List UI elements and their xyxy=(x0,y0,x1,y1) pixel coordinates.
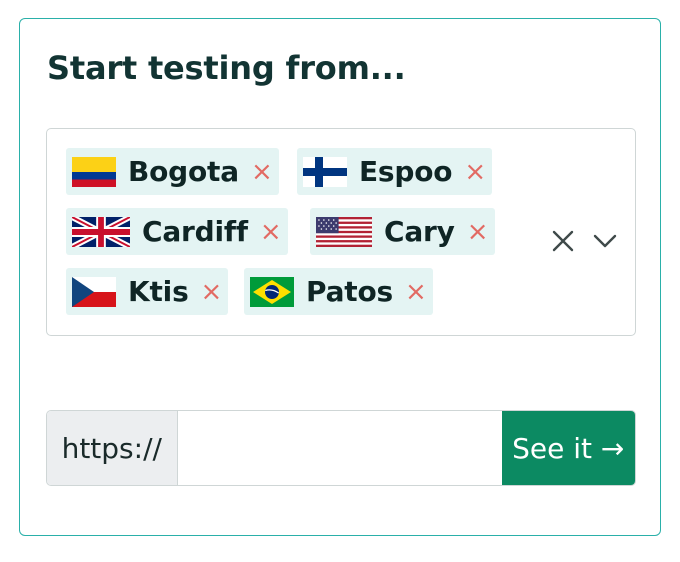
url-input[interactable] xyxy=(177,411,502,485)
colombia-flag-icon xyxy=(72,156,116,187)
remove-chip-icon[interactable]: × xyxy=(251,159,273,185)
chip-ktis: Ktis × xyxy=(66,268,229,315)
url-prefix: https:// xyxy=(47,411,178,485)
chip-espoo: Espoo × xyxy=(297,148,493,195)
see-it-button[interactable]: See it → xyxy=(501,411,635,485)
chip-cary: Cary × xyxy=(310,208,495,255)
chip-label: Cary xyxy=(384,215,455,248)
chip-label: Espoo xyxy=(359,155,453,188)
chip-label: Cardiff xyxy=(142,215,248,248)
chip-label: Ktis xyxy=(128,275,189,308)
united-states-flag-icon xyxy=(316,216,372,247)
chip-label: Bogota xyxy=(128,155,239,188)
remove-chip-icon[interactable]: × xyxy=(464,159,486,185)
chevron-down-icon[interactable] xyxy=(593,233,617,249)
test-location-card: Start testing from... Bogota × Espoo × C… xyxy=(19,18,661,536)
remove-chip-icon[interactable]: × xyxy=(467,219,489,245)
czech-republic-flag-icon xyxy=(72,276,116,307)
finland-flag-icon xyxy=(303,156,347,187)
url-input-group: https:// See it → xyxy=(46,410,636,486)
chip-cardiff: Cardiff × xyxy=(66,208,288,255)
chip-bogota: Bogota × xyxy=(66,148,279,195)
united-kingdom-flag-icon xyxy=(72,216,130,247)
remove-chip-icon[interactable]: × xyxy=(201,279,223,305)
location-multiselect[interactable]: Bogota × Espoo × Cardiff × Cary × Ktis ×… xyxy=(46,128,636,336)
chip-label: Patos xyxy=(306,275,393,308)
chip-patos: Patos × xyxy=(244,268,433,315)
brazil-flag-icon xyxy=(250,276,294,307)
remove-chip-icon[interactable]: × xyxy=(405,279,427,305)
card-title: Start testing from... xyxy=(47,49,406,87)
remove-chip-icon[interactable]: × xyxy=(260,219,282,245)
clear-all-icon[interactable] xyxy=(551,229,575,253)
